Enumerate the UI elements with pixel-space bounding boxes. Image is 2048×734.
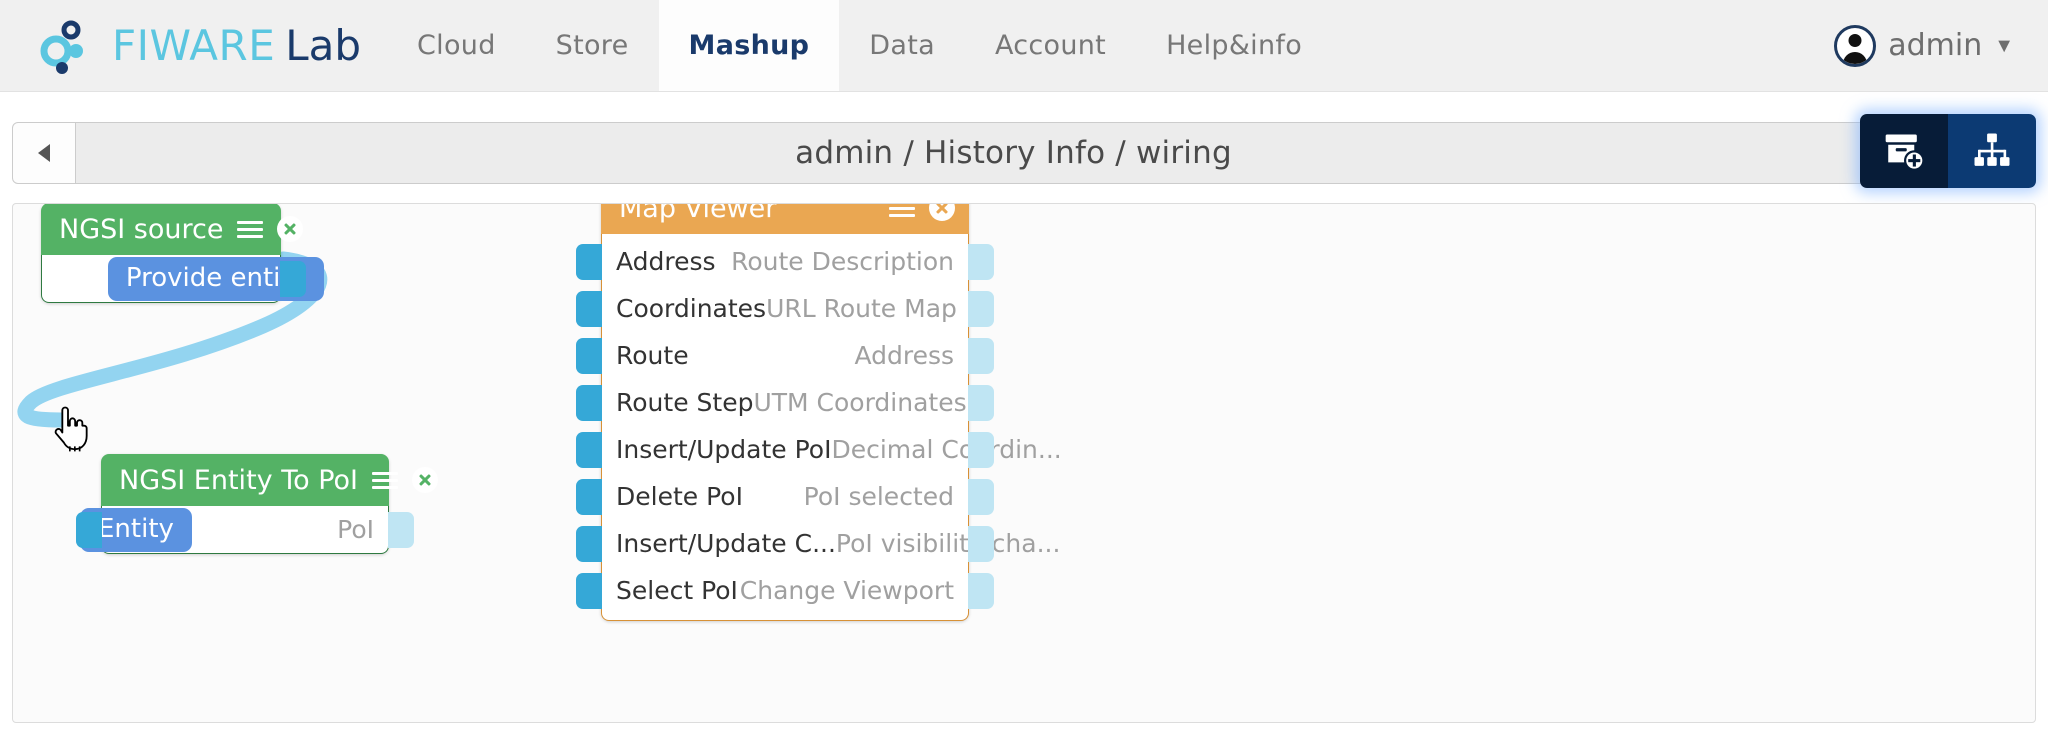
endpoint-connector-tab[interactable] — [968, 243, 994, 280]
endpoint-connector-tab[interactable] — [576, 572, 602, 609]
fiware-logo-icon — [40, 20, 83, 74]
endpoint-row[interactable]: Address Route Description — [576, 238, 994, 285]
top-navbar: FIWARE Lab Cloud Store Mashup Data Accou… — [0, 0, 2048, 92]
node-body: Entity PoI — [76, 506, 414, 554]
add-component-button[interactable] — [1860, 114, 1948, 188]
close-circle-icon — [929, 204, 955, 221]
endpoint-connector-tab[interactable] — [280, 260, 306, 297]
hamburger-menu-icon — [237, 220, 264, 238]
nav-item-store[interactable]: Store — [526, 0, 659, 91]
brand-lab-text: Lab — [285, 21, 362, 70]
endpoint-connector-tab[interactable] — [76, 511, 102, 548]
endpoint-input-route-step[interactable]: Route Step — [616, 388, 753, 417]
endpoint-connector-tab[interactable] — [576, 431, 602, 468]
close-circle-icon — [412, 467, 439, 493]
wiring-toolbar: admin / History Info / wiring — [12, 114, 2036, 188]
toolbar-action-group — [1860, 114, 2036, 188]
node-close-button[interactable] — [929, 204, 955, 221]
node-close-button[interactable] — [412, 467, 439, 493]
endpoint-row[interactable]: Insert/Update PoI Decimal Coordin... — [576, 426, 1062, 473]
node-body: Address Route Description Coordinates UR… — [576, 234, 1062, 621]
endpoint-output-poi-selected[interactable]: PoI selected — [804, 482, 954, 511]
endpoint-input-insert-update-center[interactable]: Insert/Update C... — [616, 529, 836, 558]
endpoint-output-url-route-map[interactable]: URL Route Map — [766, 294, 957, 323]
nav-item-data[interactable]: Data — [839, 0, 965, 91]
node-header[interactable]: NGSI source — [41, 204, 304, 255]
endpoint-row[interactable]: Route Step UTM Coordinates — [576, 379, 994, 426]
node-menu-button[interactable] — [889, 204, 915, 217]
brand-fiware-text: FIWARE — [112, 21, 276, 70]
node-menu-button[interactable] — [372, 471, 399, 489]
node-ngsi-source[interactable]: NGSI source Provide entity — [41, 204, 324, 303]
endpoint-row[interactable]: Coordinates URL Route Map — [576, 285, 994, 332]
endpoint-output-decimal-coordinates[interactable]: Decimal Coordin... — [831, 435, 1061, 464]
endpoint-connector-tab[interactable] — [968, 290, 994, 327]
endpoint-connector-tab[interactable] — [576, 243, 602, 280]
main-nav: Cloud Store Mashup Data Account Help&inf… — [387, 0, 1332, 91]
endpoint-input-address[interactable]: Address — [616, 247, 716, 276]
hamburger-menu-icon — [889, 204, 915, 217]
endpoint-input-insert-update-poi[interactable]: Insert/Update PoI — [616, 435, 831, 464]
node-map-viewer[interactable]: Map Viewer Address Route Description Coo… — [576, 203, 1062, 621]
nav-item-cloud[interactable]: Cloud — [387, 0, 526, 91]
endpoint-connector-tab[interactable] — [968, 525, 994, 562]
node-ngsi-entity-to-poi[interactable]: NGSI Entity To PoI Entity PoI — [76, 454, 439, 554]
endpoint-input-route[interactable]: Route — [616, 341, 689, 370]
node-menu-button[interactable] — [237, 220, 264, 238]
node-title: Map Viewer — [619, 203, 777, 224]
node-body: Provide entity — [41, 255, 324, 303]
endpoint-connector-tab[interactable] — [576, 525, 602, 562]
endpoint-row[interactable]: Select PoI Change Viewport — [576, 567, 994, 614]
endpoint-connector-tab[interactable] — [968, 431, 994, 468]
back-button[interactable] — [12, 122, 76, 184]
nav-item-mashup[interactable]: Mashup — [658, 0, 840, 91]
endpoint-connector-tab[interactable] — [576, 384, 602, 421]
chevron-double-down-icon: ▼ — [1994, 34, 2014, 57]
user-name: admin — [1888, 28, 1983, 63]
endpoint-output-poi-visibility-change[interactable]: PoI visibility cha... — [836, 529, 1061, 558]
endpoint-row[interactable]: Route Address — [576, 332, 994, 379]
user-menu[interactable]: admin ▼ — [1834, 0, 2048, 91]
endpoint-connector-tab[interactable] — [968, 384, 994, 421]
node-title: NGSI source — [59, 213, 224, 245]
node-header[interactable]: Map Viewer — [601, 203, 969, 234]
endpoint-input-coordinates[interactable]: Coordinates — [616, 294, 766, 323]
endpoint-connector-tab[interactable] — [576, 337, 602, 374]
endpoint-output-route-description[interactable]: Route Description — [731, 247, 954, 276]
pointing-hand-cursor — [54, 406, 88, 452]
close-circle-icon — [277, 216, 304, 242]
sitemap-icon — [1974, 133, 2010, 166]
endpoint-connector-tab[interactable] — [968, 337, 994, 374]
endpoint-row[interactable]: Insert/Update C... PoI visibility cha... — [576, 520, 1060, 567]
endpoint-connector-tab[interactable] — [968, 478, 994, 515]
hamburger-menu-icon — [372, 471, 399, 489]
brand-logo[interactable]: FIWARE Lab — [0, 0, 387, 91]
node-title: NGSI Entity To PoI — [119, 464, 359, 496]
node-header[interactable]: NGSI Entity To PoI — [101, 454, 439, 506]
endpoint-output-poi[interactable]: PoI — [337, 515, 374, 544]
nav-item-account[interactable]: Account — [965, 0, 1136, 91]
wiring-view-button[interactable] — [1948, 114, 2036, 188]
endpoint-input-select-poi[interactable]: Select PoI — [616, 576, 738, 605]
endpoint-output-utm-coordinates[interactable]: UTM Coordinates — [753, 388, 966, 417]
breadcrumb: admin / History Info / wiring — [76, 122, 1952, 184]
back-triangle-icon — [38, 144, 50, 162]
wiring-canvas[interactable]: NGSI source Provide entity NGSI Entity T… — [12, 203, 2036, 723]
endpoint-row[interactable]: Provide entity — [42, 255, 324, 302]
endpoint-connector-tab[interactable] — [388, 511, 414, 548]
endpoint-input-delete-poi[interactable]: Delete PoI — [616, 482, 743, 511]
endpoint-connector-tab[interactable] — [968, 572, 994, 609]
endpoint-connector-tab[interactable] — [576, 478, 602, 515]
endpoint-row[interactable]: Delete PoI PoI selected — [576, 473, 994, 520]
endpoint-connector-tab[interactable] — [576, 290, 602, 327]
nav-item-helpinfo[interactable]: Help&info — [1136, 0, 1332, 91]
add-component-icon — [1885, 134, 1925, 171]
user-avatar-icon — [1834, 24, 1877, 67]
endpoint-output-address[interactable]: Address — [854, 341, 954, 370]
node-close-button[interactable] — [277, 216, 304, 242]
endpoint-output-change-viewport[interactable]: Change Viewport — [740, 576, 954, 605]
endpoint-row[interactable]: Entity PoI — [76, 506, 414, 553]
